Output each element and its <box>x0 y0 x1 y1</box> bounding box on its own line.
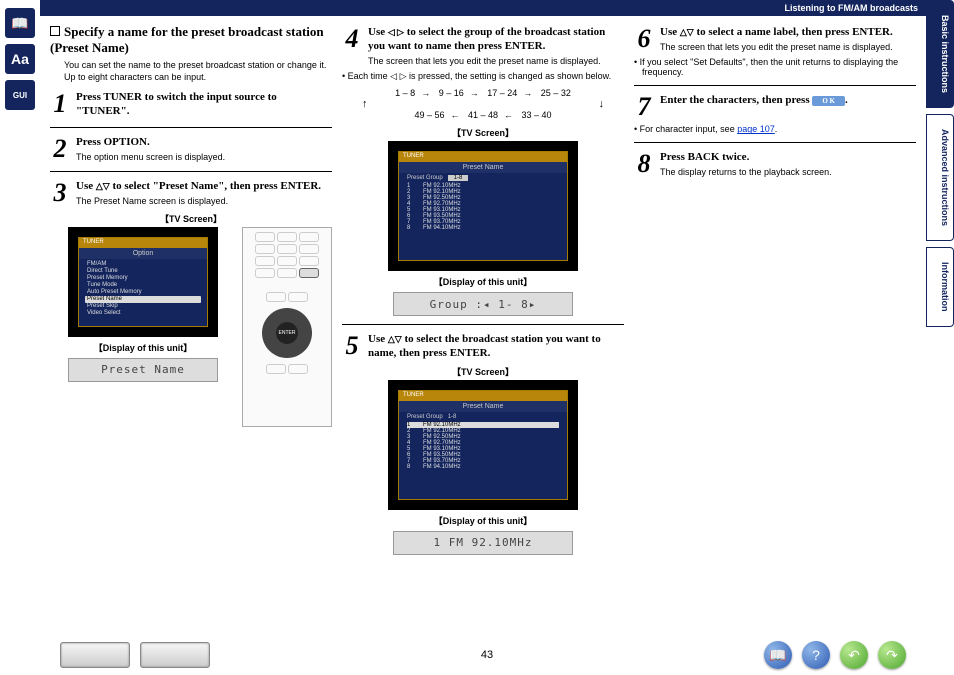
main-content: Listening to FM/AM broadcasts Specify a … <box>40 0 926 675</box>
tab-advanced[interactable]: Advanced instructions <box>926 114 954 241</box>
tv-title: Option <box>79 248 207 259</box>
page-107-link[interactable]: page 107 <box>737 124 775 134</box>
step-4: 4 Use ◁ ▷ to select the group of the bro… <box>342 26 624 67</box>
next-page-icon[interactable]: ↷ <box>878 641 906 669</box>
tab-information[interactable]: Information <box>926 247 954 327</box>
group-cycle-diagram: 1 – 8→ 9 – 16→ 17 – 24→ 25 – 32 ↑↓ 49 – … <box>342 88 624 120</box>
step-1: 1 Press TUNER to switch the input source… <box>50 91 332 119</box>
lcd-preset-name: Preset Name <box>68 358 218 382</box>
step-5: 5 Use △▽ to select the broadcast station… <box>342 333 624 361</box>
columns: Specify a name for the preset broadcast … <box>40 16 926 675</box>
tv-bar-tuner: TUNER <box>83 239 104 245</box>
column-1: Specify a name for the preset broadcast … <box>50 22 332 675</box>
step-number: 8 <box>634 151 654 178</box>
step-8: 8 Press BACK twice. The display returns … <box>634 151 916 178</box>
step-number: 6 <box>634 26 654 53</box>
tv-option-screenshot: TUNER Option FM/AMDirect TunePreset Memo… <box>68 227 218 337</box>
left-icon-bar: 📖 Aa GUI <box>0 0 40 675</box>
glossary-icon[interactable]: Aa <box>5 44 35 74</box>
display-label-2: 【Display of this unit】 <box>342 275 624 288</box>
help-icon[interactable]: ? <box>802 641 830 669</box>
page: 📖 Aa GUI Listening to FM/AM broadcasts S… <box>0 0 954 675</box>
book-icon[interactable]: 📖 <box>5 8 35 38</box>
gui-icon[interactable]: GUI <box>5 80 35 110</box>
step-6-bullet: • If you select "Set Defaults", then the… <box>634 57 916 77</box>
remote-dpad <box>262 308 312 358</box>
step-8-note: The display returns to the playback scre… <box>660 167 916 179</box>
step-4-title: Use ◁ ▷ to select the group of the broad… <box>368 26 624 54</box>
section-desc: You can set the name to the preset broad… <box>64 60 332 83</box>
lcd-station: 1 FM 92.10MHz <box>393 531 573 555</box>
tv-screen-label: 【TV Screen】 <box>50 212 332 225</box>
step-number: 4 <box>342 26 362 67</box>
tv-preset-screenshot-2: TUNER Preset Name Preset Group 1-8 1FM 9… <box>388 380 578 510</box>
lcd-group: Group :◂ 1- 8▸ <box>393 292 573 316</box>
ok-button-badge: O K <box>812 96 845 107</box>
step-number: 2 <box>50 136 70 163</box>
tv-screen-label-2: 【TV Screen】 <box>342 126 624 139</box>
tv-preset-screenshot: TUNER Preset Name Preset Group 1-8 1FM 9… <box>388 141 578 271</box>
page-footer: 43 📖 ? ↶ ↷ <box>40 641 926 669</box>
step-3: 3 Use △▽ to select "Preset Name", then p… <box>50 180 332 207</box>
step-7: 7 Enter the characters, then press O K. <box>634 94 916 120</box>
step-3-title: Use △▽ to select "Preset Name", then pre… <box>76 180 332 194</box>
step-2-title: Press OPTION. <box>76 136 332 150</box>
display-label-3: 【Display of this unit】 <box>342 514 624 527</box>
step-3-note: The Preset Name screen is displayed. <box>76 196 332 208</box>
step-8-title: Press BACK twice. <box>660 151 916 165</box>
step-1-title: Press TUNER to switch the input source t… <box>76 91 332 119</box>
step-6-note: The screen that lets you edit the preset… <box>660 42 916 54</box>
remote-control-illustration <box>242 227 332 427</box>
right-nav-tabs: Basic instructions Advanced instructions… <box>926 0 954 675</box>
section-title: Specify a name for the preset broadcast … <box>50 24 332 56</box>
step-7-title: Enter the characters, then press O K. <box>660 94 916 108</box>
triangle-left-right-icon: ◁ ▷ <box>388 28 404 37</box>
column-2: 4 Use ◁ ▷ to select the group of the bro… <box>342 22 624 675</box>
triangle-up-down-icon: △▽ <box>96 182 110 191</box>
page-header: Listening to FM/AM broadcasts <box>40 0 926 16</box>
section-title-text: Specify a name for the preset broadcast … <box>50 24 324 55</box>
step-6: 6 Use △▽ to select a name label, then pr… <box>634 26 916 53</box>
tv-and-remote: TUNER Option FM/AMDirect TunePreset Memo… <box>50 227 332 427</box>
tab-basic[interactable]: Basic instructions <box>926 0 954 108</box>
prev-page-icon[interactable]: ↶ <box>840 641 868 669</box>
step-6-title: Use △▽ to select a name label, then pres… <box>660 26 916 40</box>
step-2: 2 Press OPTION. The option menu screen i… <box>50 136 332 163</box>
step-7-bullet: • For character input, see page 107. <box>634 124 916 134</box>
step-2-note: The option menu screen is displayed. <box>76 152 332 164</box>
device-front-icon[interactable] <box>60 642 130 668</box>
device-rear-icon[interactable] <box>140 642 210 668</box>
step-number: 5 <box>342 333 362 361</box>
step-number: 1 <box>50 91 70 119</box>
page-number: 43 <box>481 649 493 661</box>
step-4-note: The screen that lets you edit the preset… <box>368 56 624 68</box>
step-number: 3 <box>50 180 70 207</box>
step-number: 7 <box>634 94 654 120</box>
remote-tuner-button <box>299 268 319 278</box>
display-label: 【Display of this unit】 <box>50 341 236 354</box>
step-5-title: Use △▽ to select the broadcast station y… <box>368 333 624 361</box>
footer-right: 📖 ? ↶ ↷ <box>764 641 906 669</box>
footer-left <box>60 642 210 668</box>
step-4-bullet: • Each time ◁ ▷ is pressed, the setting … <box>342 71 624 82</box>
column-3: 6 Use △▽ to select a name label, then pr… <box>634 22 916 675</box>
tv-screen-label-3: 【TV Screen】 <box>342 365 624 378</box>
contents-icon[interactable]: 📖 <box>764 641 792 669</box>
